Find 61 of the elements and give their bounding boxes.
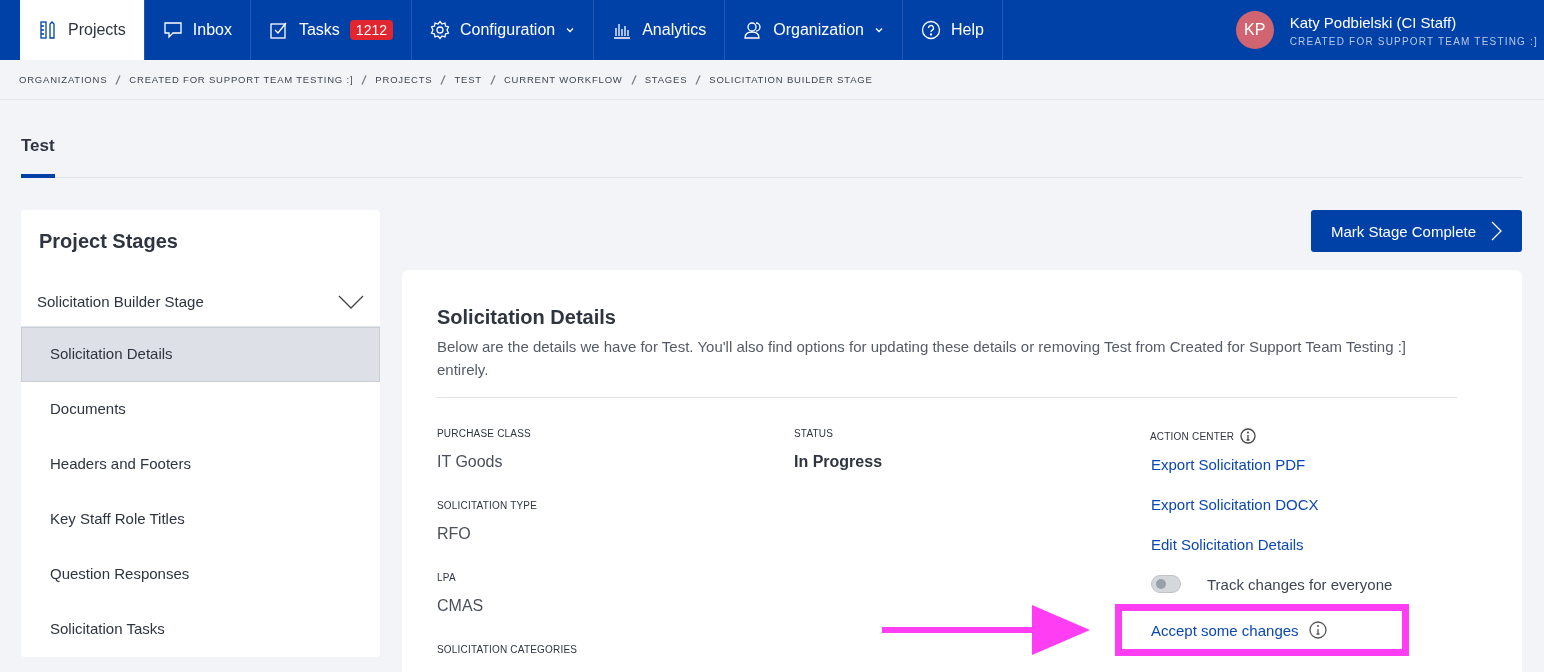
organization-name: CREATED FOR SUPPORT TEAM TESTING :] — [1289, 35, 1538, 47]
field-value: CMAS — [437, 597, 485, 615]
action-link[interactable]: Edit Solicitation Details — [1151, 535, 1304, 553]
breadcrumb-link[interactable]: PROJECTS — [375, 74, 433, 85]
field-label: SOLICITATION CATEGORIES — [437, 644, 579, 655]
chevron-icon — [338, 294, 364, 309]
field-value: In Progress — [794, 453, 884, 471]
page-tab[interactable]: Test — [21, 136, 55, 178]
action-link[interactable]: Accept some changes — [1151, 621, 1299, 639]
checkbox-icon — [268, 20, 289, 40]
chat-bubble-icon — [162, 20, 183, 40]
toggle-label: Track changes for everyone — [1207, 575, 1393, 593]
user-name: Katy Podbielski (CI Staff) — [1289, 13, 1458, 31]
stage-item[interactable]: Key Staff Role Titles — [21, 492, 380, 547]
breadcrumb-link[interactable]: ORGANIZATIONS — [19, 74, 108, 85]
nav-tab[interactable]: Analytics — [594, 0, 726, 60]
nav-tab[interactable]: Tasks 1212 — [250, 0, 412, 60]
avatar[interactable]: KP — [1235, 11, 1274, 49]
field-label: STATUS — [794, 428, 835, 439]
breadcrumb-link[interactable]: STAGES — [644, 74, 688, 85]
slash-separator-icon — [695, 74, 702, 85]
mark-complete-button[interactable]: Mark Stage Complete — [1310, 210, 1522, 252]
people-icon — [743, 20, 764, 40]
arrow-icon — [882, 603, 1092, 657]
chevron-right-icon — [1490, 221, 1502, 241]
stage-item[interactable]: Headers and Footers — [21, 437, 380, 492]
nav-tab[interactable]: Configuration — [412, 0, 595, 60]
field-label: LPA — [437, 572, 457, 583]
card-title: Solicitation Details — [437, 306, 617, 329]
breadcrumb-link[interactable]: CURRENT WORKFLOW — [503, 74, 623, 85]
gear-icon — [430, 20, 450, 40]
slash-separator-icon — [361, 74, 368, 85]
count-badge: 1212 — [349, 20, 393, 40]
stage-item[interactable]: Solicitation Details — [21, 327, 380, 382]
breadcrumb-link[interactable]: SOLICITATION BUILDER STAGE — [709, 74, 873, 85]
nav-tab[interactable]: Organization — [725, 0, 903, 60]
description-text: Below are the details we have for Test. You'll also find options for updating these details or removing Test from Created for Support Team Testing :] entirely. — [437, 335, 1457, 398]
toggle-switch[interactable] — [1151, 575, 1181, 593]
slash-separator-icon — [115, 74, 122, 85]
nav-tab[interactable]: Inbox — [144, 0, 251, 60]
slash-separator-icon — [489, 74, 496, 85]
action-link[interactable]: Export Solicitation PDF — [1151, 455, 1306, 473]
field-label: PURCHASE CLASS — [437, 428, 532, 439]
info-icon — [1240, 428, 1257, 444]
nav-tab[interactable]: Projects — [20, 0, 145, 60]
slash-separator-icon — [630, 74, 637, 85]
field-label: SOLICITATION TYPE — [437, 500, 539, 511]
stage-item[interactable]: Documents — [21, 382, 380, 437]
breadcrumb-link[interactable]: TEST — [454, 74, 482, 85]
field-value: IT Goods — [437, 453, 504, 471]
stage-item[interactable]: Question Responses — [21, 547, 380, 602]
field-label: ACTION CENTER — [1150, 430, 1235, 442]
help-icon — [920, 20, 941, 40]
field-value: RFO — [437, 525, 472, 543]
slash-separator-icon — [440, 74, 447, 85]
nav-tab[interactable]: Help — [902, 0, 1003, 60]
breadcrumb-link[interactable]: CREATED FOR SUPPORT TEAM TESTING :] — [129, 74, 354, 85]
action-link[interactable]: Export Solicitation DOCX — [1151, 495, 1319, 513]
stage-item[interactable]: Solicitation Tasks — [21, 602, 380, 657]
pencil-ruler-icon — [38, 20, 58, 40]
panel-title: Project Stages — [38, 229, 179, 254]
